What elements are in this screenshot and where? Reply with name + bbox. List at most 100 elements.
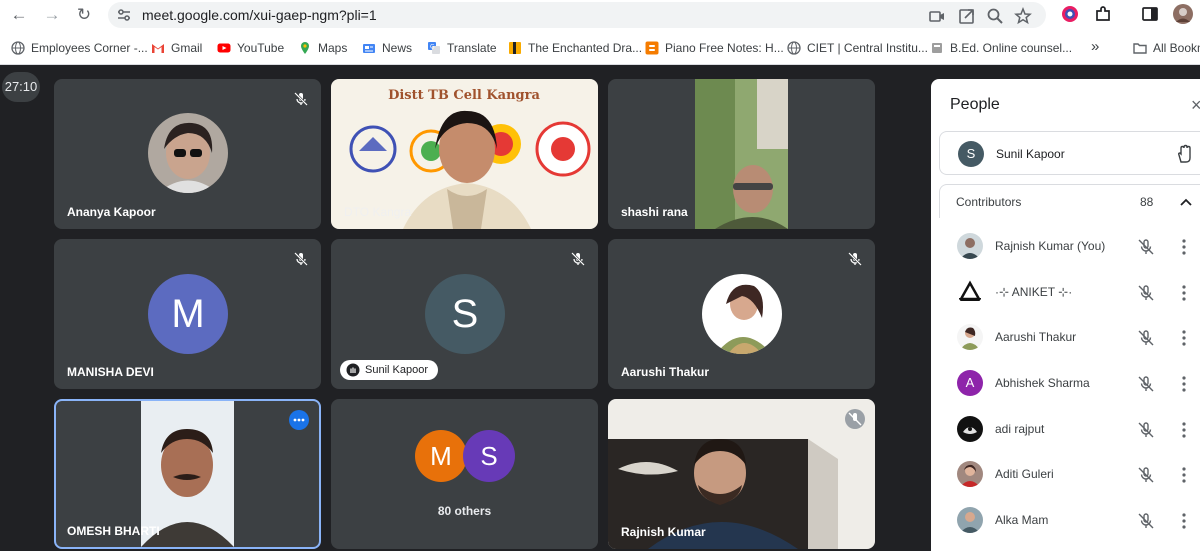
people-panel: People × S Sunil Kapoor Contributors 88 … (931, 79, 1200, 551)
maps-icon (301, 42, 309, 54)
participant-list-item[interactable]: A Abhishek Sharma (931, 361, 1200, 407)
more-vertical-icon[interactable] (1180, 466, 1188, 484)
bookmark-label: The Enchanted Dra... (528, 41, 643, 55)
participant-tile[interactable]: M MANISHA DEVI (54, 239, 321, 389)
more-vertical-icon[interactable] (1180, 375, 1188, 393)
mic-off-icon (294, 252, 308, 266)
chevron-up-icon[interactable] (1179, 195, 1193, 209)
svg-text:G: G (430, 44, 435, 51)
participant-name: DTO Kangra (344, 205, 412, 219)
bookmark-label: YouTube (237, 41, 285, 55)
mic-off-icon[interactable] (1137, 375, 1155, 393)
participant-list-item[interactable]: ·⊹ ANIKET ⊹· (931, 270, 1200, 316)
participant-list-item[interactable]: Alka Mam (931, 498, 1200, 544)
participant-tile[interactable]: Aarushi Thakur (608, 239, 875, 389)
participant-name: Alka Mam (995, 513, 1049, 527)
overflow-label: » (1091, 37, 1100, 55)
bookmarks-overflow[interactable]: » (1091, 37, 1100, 55)
mic-off-icon[interactable] (1137, 329, 1155, 347)
mic-off-icon (294, 92, 308, 106)
more-vertical-icon[interactable] (1180, 421, 1188, 439)
bookmark-ciet[interactable]: CIET | Central Institu... (787, 40, 928, 56)
star-icon[interactable] (1014, 7, 1032, 25)
bookmark-employees-corner[interactable]: Employees Corner -... (11, 40, 148, 56)
mic-off-icon[interactable] (1137, 421, 1155, 439)
close-icon[interactable]: × (1191, 95, 1200, 116)
all-bookmarks[interactable]: All Bookm (1133, 40, 1200, 56)
url-text[interactable]: meet.google.com/xui-gaep-ngm?pli=1 (142, 7, 377, 23)
host-row[interactable]: S Sunil Kapoor (939, 131, 1200, 175)
more-vertical-icon[interactable] (1180, 284, 1188, 302)
participant-name: shashi rana (621, 205, 688, 219)
contributors-header[interactable]: Contributors 88 (939, 184, 1200, 218)
youtube-icon (217, 43, 231, 53)
mic-off-icon[interactable] (1137, 512, 1155, 530)
bookmark-translate[interactable]: G Translate (427, 40, 497, 56)
participant-list-item[interactable]: Aditi Guleri (931, 452, 1200, 498)
participant-avatar (957, 324, 983, 350)
bookmark-label: B.Ed. Online counsel... (950, 41, 1073, 55)
participant-name: OMESH BHARTI (67, 524, 160, 538)
zoom-icon[interactable] (986, 7, 1004, 25)
bookmark-label: Maps (318, 41, 348, 55)
gmail-icon (152, 44, 164, 53)
participant-list-item[interactable]: adi rajput (931, 407, 1200, 453)
forward-arrow-icon[interactable]: → (41, 4, 63, 26)
participant-name: ·⊹ ANIKET ⊹· (995, 285, 1073, 299)
meeting-timer: 27:10 (2, 72, 40, 102)
mic-off-icon (848, 252, 862, 266)
participant-tile[interactable]: shashi rana (608, 79, 875, 229)
more-vertical-icon[interactable] (1180, 329, 1188, 347)
bookmark-enchanted[interactable]: The Enchanted Dra... (508, 40, 642, 56)
extensions-puzzle-icon[interactable] (1094, 5, 1112, 23)
host-chip: Sunil Kapoor (340, 360, 438, 380)
participant-tile[interactable]: Rajnish Kumar (608, 399, 875, 549)
participant-list-item[interactable]: Rajnish Kumar (You) (931, 224, 1200, 270)
more-horizontal-icon (293, 418, 305, 422)
others-avatar-m: M (415, 430, 467, 482)
address-bar[interactable]: meet.google.com/xui-gaep-ngm?pli=1 (108, 2, 1046, 28)
bookmark-youtube[interactable]: YouTube (217, 40, 284, 56)
profile-avatar-icon[interactable] (1173, 4, 1193, 24)
more-vertical-icon[interactable] (1180, 512, 1188, 530)
participant-name: Rajnish Kumar (You) (995, 239, 1106, 253)
raised-hand-icon[interactable] (1176, 144, 1194, 164)
camera-icon[interactable] (928, 7, 946, 25)
book-icon (509, 42, 521, 54)
participant-tile[interactable]: S Sunil Kapoor (331, 239, 598, 389)
extension-colorful-icon[interactable] (1061, 5, 1079, 23)
participant-avatar: A (957, 370, 983, 396)
mic-off-icon[interactable] (1137, 466, 1155, 484)
reload-icon[interactable]: ↻ (73, 4, 95, 26)
open-in-new-icon[interactable] (958, 7, 976, 25)
site-settings-icon[interactable] (116, 7, 132, 23)
bookmark-maps[interactable]: Maps (298, 40, 347, 56)
participant-list-item[interactable]: Aarushi Thakur (931, 315, 1200, 361)
bookmark-news[interactable]: News (362, 40, 412, 56)
participant-avatar (957, 233, 983, 259)
bookmark-label: Employees Corner -... (31, 41, 148, 55)
bookmark-gmail[interactable]: Gmail (151, 40, 202, 56)
participant-photo (702, 274, 782, 354)
more-options-button[interactable] (289, 410, 309, 430)
mic-off-icon (571, 252, 585, 266)
raised-hand-icon (346, 363, 360, 377)
participant-tile[interactable]: OMESH BHARTI (54, 399, 321, 549)
bookmark-label: Piano Free Notes: H... (665, 41, 784, 55)
participant-avatar (957, 416, 983, 442)
participant-tile[interactable]: Distt TB Cell Kangra DTO Kangra (331, 79, 598, 229)
others-tile[interactable]: M S 80 others (331, 399, 598, 549)
bookmark-piano[interactable]: Piano Free Notes: H... (645, 40, 784, 56)
participant-name: Aarushi Thakur (995, 330, 1077, 344)
site-icon (932, 43, 942, 53)
participant-tile[interactable]: Ananya Kapoor (54, 79, 321, 229)
mic-off-icon[interactable] (1137, 284, 1155, 302)
mic-off-icon[interactable] (1137, 238, 1155, 256)
more-vertical-icon[interactable] (1180, 238, 1188, 256)
host-avatar: S (958, 141, 984, 167)
side-panel-icon[interactable] (1141, 5, 1159, 23)
bookmark-bed[interactable]: B.Ed. Online counsel... (930, 40, 1072, 56)
blogger-icon (645, 41, 659, 55)
back-arrow-icon[interactable]: ← (8, 4, 30, 26)
participant-avatar (957, 279, 983, 305)
